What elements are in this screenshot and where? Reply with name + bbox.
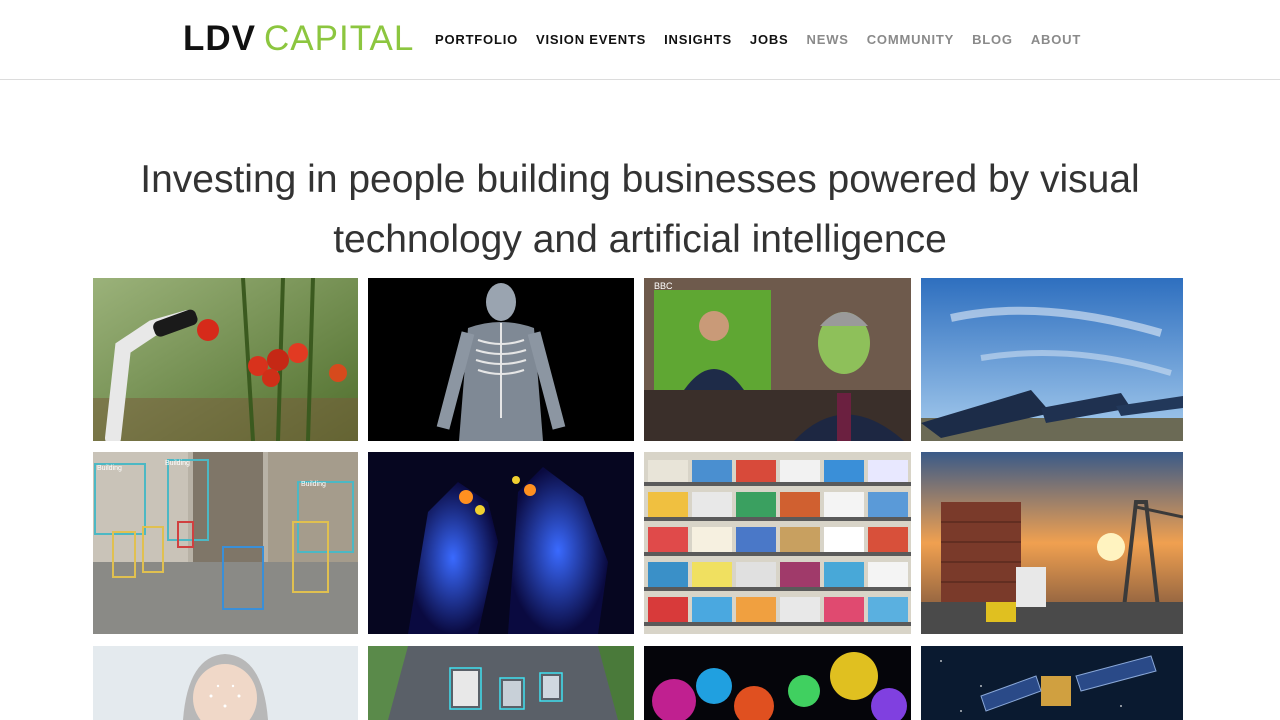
- nav-news[interactable]: NEWS: [807, 31, 849, 49]
- autonomous-traffic-image[interactable]: [368, 646, 634, 720]
- nav-insights[interactable]: INSIGHTS: [664, 31, 732, 49]
- robot-arm-tomatoes-image[interactable]: [93, 278, 358, 441]
- hero-heading: Investing in people building businesses …: [90, 150, 1190, 270]
- port-shipping-containers-image[interactable]: [921, 452, 1183, 634]
- nav-community[interactable]: COMMUNITY: [867, 31, 954, 49]
- logo-ldv-text: LDV: [183, 19, 256, 58]
- solar-panels-image[interactable]: [921, 278, 1183, 441]
- nav-portfolio[interactable]: PORTFOLIO: [435, 31, 518, 49]
- nav-vision-events[interactable]: VISION EVENTS: [536, 31, 646, 49]
- ldv-capital-logo[interactable]: LDV CAPITAL: [183, 19, 415, 58]
- xray-skeleton-image[interactable]: [368, 278, 634, 441]
- detection-label-1: Building: [97, 465, 122, 472]
- nav-blog[interactable]: BLOG: [972, 31, 1013, 49]
- news-anchor-greenscreen-image[interactable]: BBC: [644, 278, 911, 441]
- site-header: LDV CAPITAL PORTFOLIO VISION EVENTS INSIG…: [0, 0, 1280, 80]
- nav-jobs[interactable]: JOBS: [750, 31, 789, 49]
- detection-label-2: Building: [165, 460, 190, 467]
- hero-line-1: Investing in people building businesses …: [140, 158, 1140, 201]
- hero-line-2: technology and artificial intelligence: [333, 218, 947, 261]
- nav-about[interactable]: ABOUT: [1031, 31, 1081, 49]
- colorful-lidar-trees-image[interactable]: [644, 646, 911, 720]
- street-object-detection-image[interactable]: Building Building Building: [93, 452, 358, 634]
- face-recognition-woman-image[interactable]: [93, 646, 358, 720]
- supermarket-shelves-image[interactable]: [644, 452, 911, 634]
- logo-capital-text: CAPITAL: [264, 19, 415, 58]
- satellite-space-image[interactable]: [921, 646, 1183, 720]
- thermal-wolves-image[interactable]: [368, 452, 634, 634]
- detection-label-3: Building: [301, 481, 326, 488]
- main-nav: PORTFOLIO VISION EVENTS INSIGHTS JOBS NE…: [435, 31, 1081, 49]
- news-channel-caption: BBC: [654, 281, 673, 291]
